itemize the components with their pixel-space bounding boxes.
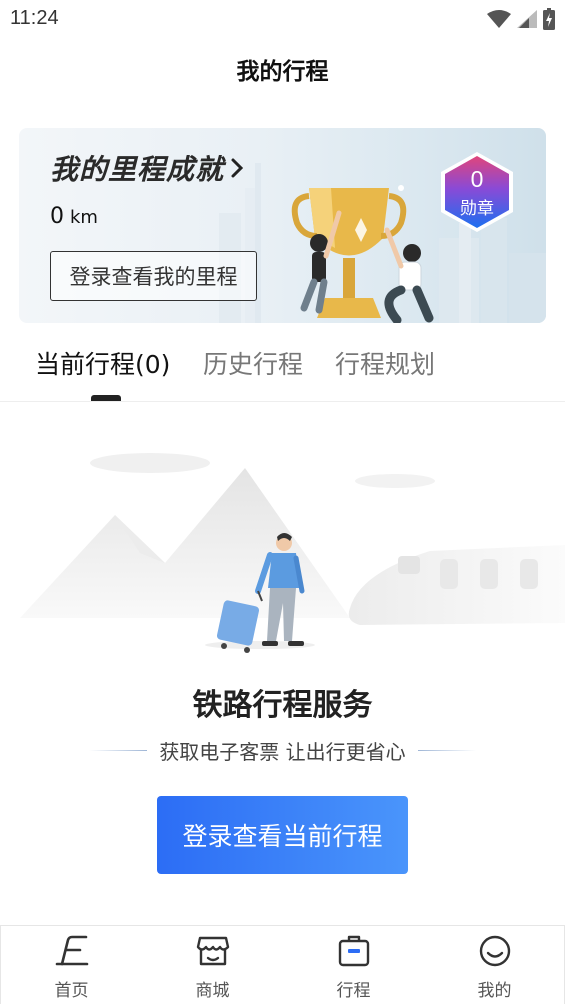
status-icons — [487, 8, 555, 30]
mileage-banner[interactable]: 我的里程成就 0 km 登录查看我的里程 0 勋章 — [19, 128, 546, 323]
trip-tabs: 当前行程(0) 历史行程 行程规划 — [0, 335, 565, 402]
login-current-trips-button[interactable]: 登录查看当前行程 — [157, 796, 408, 874]
login-mileage-button[interactable]: 登录查看我的里程 — [50, 251, 257, 301]
signal-icon — [517, 10, 537, 28]
nav-item-profile[interactable]: 我的 — [424, 926, 565, 1004]
trophy-illustration — [291, 185, 434, 323]
distance-value: 0 — [50, 204, 64, 229]
tab-trip-planning[interactable]: 行程规划 — [335, 345, 435, 381]
empty-trip-illustration — [20, 453, 565, 653]
status-bar: 11:24 — [0, 0, 565, 38]
nav-label-home: 首页 — [54, 981, 89, 1001]
profile-icon — [479, 935, 511, 967]
bottom-nav: 首页 商城 行程 我的 — [0, 925, 565, 1004]
trip-bag-icon — [338, 935, 370, 967]
mileage-title-text: 我的里程成就 — [50, 153, 225, 186]
wifi-icon — [487, 10, 511, 28]
nav-label-trips: 行程 — [336, 981, 371, 1001]
medal-label: 勋章 — [460, 199, 494, 219]
status-time: 11:24 — [10, 7, 59, 29]
chevron-right-icon — [231, 158, 244, 178]
mileage-title[interactable]: 我的里程成就 — [50, 148, 244, 188]
tab-current-trips[interactable]: 当前行程(0) — [35, 345, 170, 381]
medal-count: 0 — [470, 166, 484, 192]
divider-right — [417, 749, 476, 751]
home-icon — [55, 935, 89, 966]
empty-state-subtitle: 获取电子客票 让出行更省心 — [159, 739, 406, 764]
empty-state-subtitle-row: 获取电子客票 让出行更省心 — [0, 736, 565, 764]
tab-history-trips[interactable]: 历史行程 — [203, 345, 303, 381]
nav-item-home[interactable]: 首页 — [1, 926, 142, 1004]
nav-item-shop[interactable]: 商城 — [142, 926, 283, 1004]
divider-left — [89, 749, 148, 751]
medal-badge[interactable]: 0 勋章 — [437, 150, 517, 234]
nav-item-trips[interactable]: 行程 — [283, 926, 424, 1004]
distance-unit: km — [70, 207, 98, 228]
battery-charging-icon — [543, 8, 555, 30]
mileage-distance: 0 km — [50, 204, 98, 229]
empty-state-title: 铁路行程服务 — [192, 688, 373, 723]
tab-active-indicator — [91, 395, 121, 401]
page-title: 我的行程 — [236, 59, 329, 85]
nav-label-shop: 商城 — [195, 981, 230, 1001]
shop-icon — [196, 936, 230, 966]
nav-label-profile: 我的 — [477, 981, 512, 1001]
